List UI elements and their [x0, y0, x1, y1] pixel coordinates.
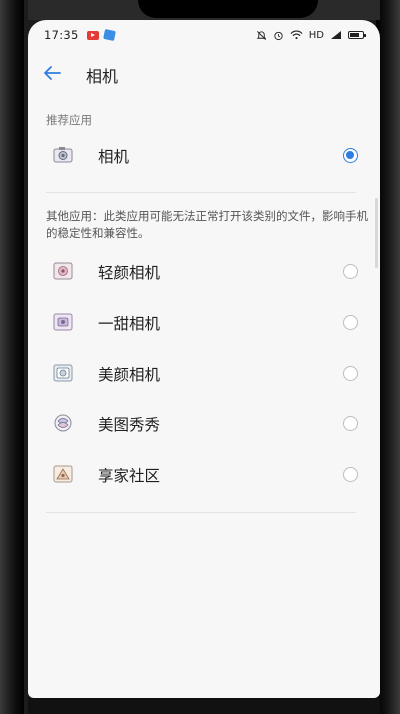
- top-strip: [28, 0, 380, 20]
- list-end-divider: [46, 512, 356, 513]
- app-label: 相机: [98, 148, 130, 166]
- recommended-section-label: 推荐应用: [46, 113, 92, 127]
- radio-unselected[interactable]: [343, 315, 358, 330]
- xiangjia-community-icon: [53, 465, 73, 483]
- app-row-qingyan[interactable]: 轻颜相机: [28, 250, 380, 294]
- back-arrow-icon[interactable]: [42, 64, 62, 82]
- radio-selected[interactable]: [343, 148, 358, 163]
- app-row-meiyan[interactable]: 美颜相机: [28, 352, 380, 396]
- app-notification-icon: [102, 28, 116, 42]
- meitu-icon: [54, 414, 72, 432]
- radio-unselected[interactable]: [343, 467, 358, 482]
- app-label: 美颜相机: [98, 366, 161, 384]
- camera-app-icon: [53, 147, 73, 163]
- qingyan-camera-icon: [53, 262, 73, 280]
- app-label: 一甜相机: [98, 315, 161, 333]
- status-indicators: HD: [256, 29, 366, 41]
- radio-unselected[interactable]: [343, 264, 358, 279]
- app-header: 相机: [28, 58, 380, 88]
- radio-unselected[interactable]: [343, 366, 358, 381]
- phone-frame: 17:35 HD 相机 推荐应用 相机 其他应用：此类应用可能无法正常打开该类别…: [0, 0, 400, 714]
- radio-unselected[interactable]: [343, 416, 358, 431]
- signal-icon: [331, 31, 341, 39]
- app-label: 享家社区: [98, 467, 161, 485]
- wifi-icon: [290, 30, 303, 40]
- app-row-camera[interactable]: 相机: [28, 134, 380, 178]
- mute-bell-icon: [256, 30, 267, 40]
- phone-bezel-left: [0, 0, 24, 714]
- battery-fill: [350, 33, 359, 37]
- app-label: 美图秀秀: [98, 416, 161, 434]
- status-time: 17:35: [44, 28, 79, 42]
- app-label: 轻颜相机: [98, 264, 161, 282]
- screen: 17:35 HD 相机 推荐应用 相机 其他应用：此类应用可能无法正常打开该类别…: [28, 20, 380, 698]
- app-row-yitian[interactable]: 一甜相机: [28, 301, 380, 345]
- phone-bottom-edge: [28, 698, 380, 714]
- alarm-icon: [274, 31, 283, 40]
- battery-icon: [348, 31, 366, 39]
- section-divider: [46, 192, 356, 193]
- app-row-meitu[interactable]: 美图秀秀: [28, 402, 380, 446]
- other-apps-warning: 其他应用：此类应用可能无法正常打开该类别的文件，影响手机的稳定性和兼容性。: [46, 209, 368, 240]
- hd-indicator: HD: [308, 29, 324, 41]
- meiyan-camera-icon: [53, 364, 73, 382]
- app-row-xiangjia[interactable]: 享家社区: [28, 453, 380, 497]
- scrollbar[interactable]: [375, 198, 378, 268]
- status-bar: 17:35 HD: [28, 20, 380, 50]
- notch: [138, 0, 318, 18]
- video-notification-icon: [86, 30, 99, 40]
- yitian-camera-icon: [53, 313, 73, 331]
- page-title: 相机: [86, 67, 119, 86]
